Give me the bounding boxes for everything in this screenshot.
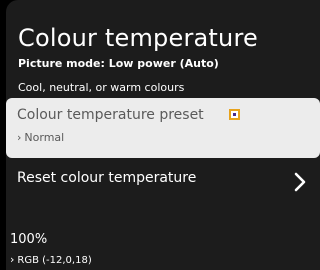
preset-value-text: Normal	[24, 131, 65, 144]
settings-panel: Colour temperature Picture mode: Low pow…	[6, 0, 320, 270]
picture-mode-subtitle: Picture mode: Low power (Auto)	[18, 57, 219, 70]
rgb-offset-text: RGB (-12,0,18)	[17, 255, 92, 266]
reset-colour-temperature-row[interactable]: Reset colour temperature	[6, 162, 320, 202]
temperature-percent: 100%	[10, 232, 48, 247]
chevron-right-icon	[294, 172, 306, 192]
panel-title: Colour temperature	[18, 24, 258, 52]
panel-description: Cool, neutral, or warm colours	[18, 81, 185, 94]
preset-value: › Normal	[17, 131, 64, 144]
rgb-offset: › RGB (-12,0,18)	[10, 253, 92, 266]
chevron-right-icon: ›	[10, 253, 15, 266]
chevron-right-icon: ›	[17, 131, 22, 144]
reset-label: Reset colour temperature	[17, 170, 197, 186]
focus-marker-icon	[229, 109, 240, 120]
colour-temperature-preset-row[interactable]: Colour temperature preset › Normal	[6, 98, 320, 158]
preset-label: Colour temperature preset	[17, 107, 204, 123]
